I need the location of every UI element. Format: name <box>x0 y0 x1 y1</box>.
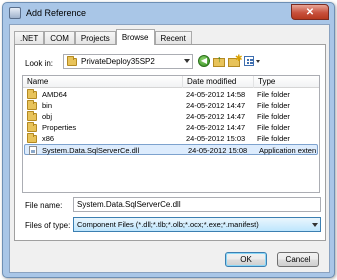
chevron-down-icon <box>256 59 260 63</box>
files-of-type-label: Files of type: <box>25 221 71 230</box>
title-bar[interactable]: Add Reference ✕ <box>3 3 334 23</box>
list-item[interactable]: Properties 24-05-2012 14:47 File folder <box>23 122 319 133</box>
item-date: 24-05-2012 14:47 <box>186 112 246 121</box>
item-type: File folder <box>257 90 290 99</box>
item-type: Application exten <box>259 146 317 155</box>
tab-browse[interactable]: Browse <box>115 29 155 45</box>
up-arrow-icon: ↑ <box>217 54 222 64</box>
browse-panel: Look in: PrivateDeploy35SP2 ◀ ↑ ✱ Name D… <box>14 44 326 241</box>
new-folder-button[interactable]: ✱ <box>228 53 243 67</box>
item-type: File folder <box>257 134 290 143</box>
ok-button[interactable]: OK <box>225 252 267 267</box>
item-name: x86 <box>42 134 55 143</box>
list-item[interactable]: bin 24-05-2012 14:47 File folder <box>23 100 319 111</box>
view-menu-button[interactable] <box>244 55 261 67</box>
sparkle-icon: ✱ <box>235 53 243 63</box>
column-header-type[interactable]: Type <box>254 76 319 88</box>
look-in-label: Look in: <box>25 59 54 68</box>
item-date: 24-05-2012 15:03 <box>186 134 246 143</box>
item-type: File folder <box>257 123 290 132</box>
item-date: 24-05-2012 14:47 <box>186 101 246 110</box>
list-body: AMD64 24-05-2012 14:58 File folder bin 2… <box>23 89 319 155</box>
app-icon <box>9 7 21 19</box>
list-header: Name Date modified Type <box>23 76 319 88</box>
dll-file-icon <box>29 146 37 155</box>
back-button[interactable]: ◀ <box>198 55 210 67</box>
tab-com[interactable]: COM <box>44 31 75 45</box>
list-item[interactable]: x86 24-05-2012 15:03 File folder <box>23 133 319 144</box>
tab-net[interactable]: .NET <box>14 31 45 45</box>
column-header-name[interactable]: Name <box>23 76 183 88</box>
chevron-down-icon <box>312 223 318 227</box>
item-type: File folder <box>257 101 290 110</box>
folder-icon <box>27 89 37 99</box>
window-title: Add Reference <box>26 8 87 18</box>
files-of-type-value: Component Files (*.dll;*.tlb;*.olb;*.ocx… <box>77 220 259 229</box>
list-item[interactable]: AMD64 24-05-2012 14:58 File folder <box>23 89 319 100</box>
folder-icon <box>27 122 37 132</box>
cancel-button[interactable]: Cancel <box>277 252 319 267</box>
column-header-date-modified[interactable]: Date modified <box>183 76 254 88</box>
look-in-dropdown[interactable]: PrivateDeploy35SP2 <box>63 54 193 69</box>
file-name-input[interactable]: System.Data.SqlServerCe.dll <box>73 197 321 212</box>
folder-icon <box>67 55 77 66</box>
chevron-down-icon <box>184 59 190 63</box>
view-list-icon <box>244 56 254 66</box>
item-name: obj <box>42 112 53 121</box>
look-in-value: PrivateDeploy35SP2 <box>81 57 155 66</box>
item-name: bin <box>42 101 53 110</box>
folder-icon <box>27 133 37 143</box>
item-date: 24-05-2012 14:47 <box>186 123 246 132</box>
folder-icon <box>27 100 37 110</box>
close-button[interactable]: ✕ <box>291 4 329 20</box>
back-arrow-icon: ◀ <box>200 56 208 65</box>
tab-strip: .NET COM Projects Browse Recent <box>14 29 192 45</box>
file-name-label: File name: <box>25 201 63 210</box>
item-type: File folder <box>257 112 290 121</box>
item-date: 24-05-2012 14:58 <box>186 90 246 99</box>
file-list[interactable]: Name Date modified Type AMD64 24-05-2012… <box>22 75 320 193</box>
tab-projects[interactable]: Projects <box>74 31 116 45</box>
list-item-selected[interactable]: System.Data.SqlServerCe.dll 24-05-2012 1… <box>24 144 318 155</box>
tab-recent[interactable]: Recent <box>154 31 192 45</box>
item-name: Properties <box>42 123 77 132</box>
item-name: System.Data.SqlServerCe.dll <box>42 146 140 155</box>
dialog-body: .NET COM Projects Browse Recent Look in:… <box>9 24 330 273</box>
files-of-type-dropdown[interactable]: Component Files (*.dll;*.tlb;*.olb;*.ocx… <box>73 217 321 232</box>
item-date: 24-05-2012 15:08 <box>188 146 248 155</box>
item-name: AMD64 <box>42 90 68 99</box>
folder-icon <box>27 111 37 121</box>
list-item[interactable]: obj 24-05-2012 14:47 File folder <box>23 111 319 122</box>
up-folder-button[interactable]: ↑ <box>213 54 226 67</box>
add-reference-dialog: Add Reference ✕ .NET COM Projects Browse… <box>2 2 335 278</box>
